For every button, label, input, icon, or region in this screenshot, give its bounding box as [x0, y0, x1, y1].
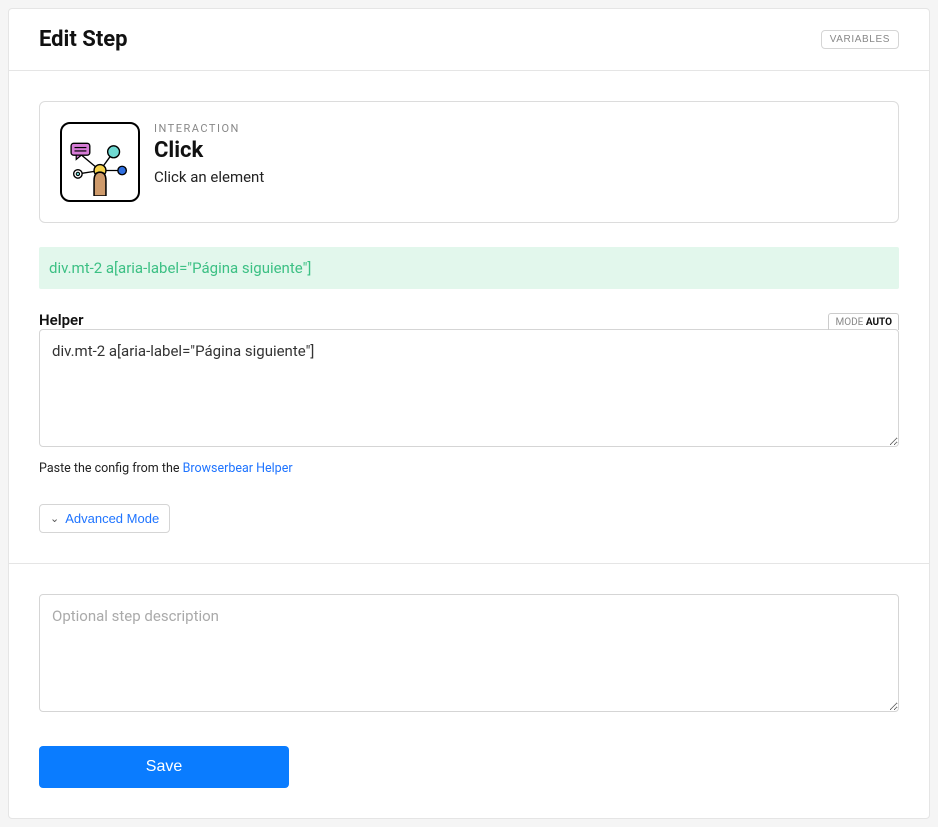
panel-footer: Save [9, 564, 929, 818]
mode-badge[interactable]: MODE AUTO [828, 313, 899, 330]
advanced-mode-toggle[interactable]: ⌄ Advanced Mode [39, 504, 170, 533]
panel-header: Edit Step VARIABLES [9, 9, 929, 71]
selector-preview: div.mt-2 a[aria-label="Página siguiente"… [39, 247, 899, 289]
interaction-description: Click an element [154, 168, 264, 186]
interaction-overline: INTERACTION [154, 122, 264, 135]
mode-prefix: MODE [835, 317, 863, 328]
helper-hint-text: Paste the config from the [39, 461, 183, 476]
interaction-title: Click [154, 138, 264, 163]
helper-input[interactable] [39, 329, 899, 447]
browserbear-helper-link[interactable]: Browserbear Helper [183, 461, 293, 476]
panel-body: INTERACTION Click Click an element div.m… [9, 71, 929, 564]
chevron-down-icon: ⌄ [50, 512, 59, 525]
save-button[interactable]: Save [39, 746, 289, 788]
interaction-card: INTERACTION Click Click an element [39, 101, 899, 223]
variables-button[interactable]: VARIABLES [821, 30, 899, 49]
edit-step-panel: Edit Step VARIABLES [8, 8, 930, 819]
helper-label: Helper [39, 311, 84, 329]
mode-value: AUTO [866, 317, 892, 328]
helper-hint: Paste the config from the Browserbear He… [39, 461, 899, 476]
step-description-input[interactable] [39, 594, 899, 712]
interaction-text: INTERACTION Click Click an element [154, 122, 264, 186]
click-action-icon [60, 122, 140, 202]
advanced-mode-label: Advanced Mode [65, 511, 159, 526]
page-title: Edit Step [39, 27, 128, 52]
helper-label-row: Helper MODE AUTO [39, 311, 899, 329]
